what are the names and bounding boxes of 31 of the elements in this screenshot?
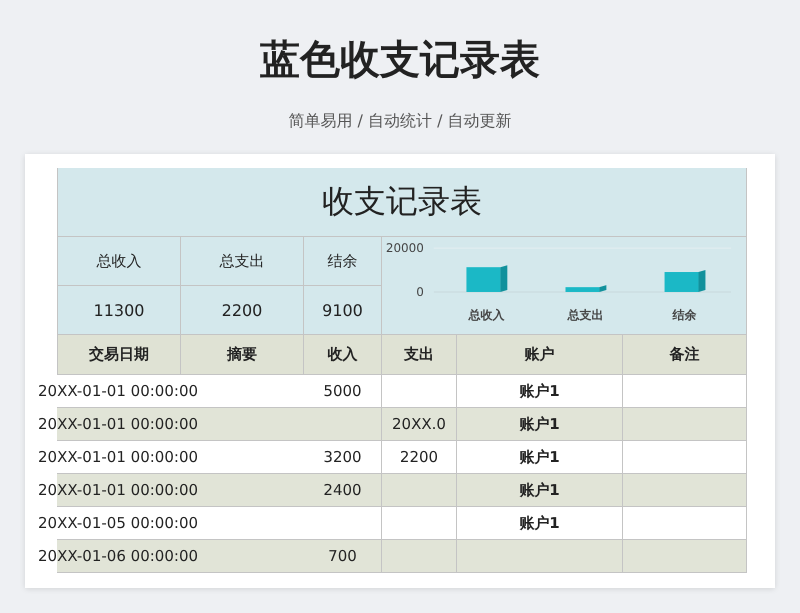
column-header: 支出 [382, 335, 457, 375]
sheet-title: 收支记录表 [57, 168, 747, 237]
date-cell: 20XX-01-05 00:00:00 [38, 514, 198, 532]
subtitle: 简单易用 / 自动统计 / 自动更新 [288, 110, 512, 132]
summary-value: 9100 [304, 286, 382, 335]
summary-label: 总收入 [57, 237, 181, 286]
date-cell: 20XX-01-01 00:00:00 [38, 481, 198, 499]
bar-side-face [599, 285, 606, 292]
column-header: 账户 [457, 335, 623, 375]
column-header: 收入 [304, 335, 382, 375]
axis-tick-label: 0 [416, 284, 424, 299]
date-cell: 20XX-01-01 00:00:00 [38, 448, 198, 466]
page-title: 蓝色收支记录表 [260, 36, 540, 85]
column-header: 摘要 [181, 335, 304, 375]
summary-label: 结余 [304, 237, 382, 286]
date-cell: 20XX-01-01 00:00:00 [38, 382, 198, 400]
column-header: 交易日期 [57, 335, 181, 375]
summary-label: 总支出 [181, 237, 304, 286]
bar [466, 267, 500, 292]
summary-value: 11300 [57, 286, 181, 335]
date-cell: 20XX-01-06 00:00:00 [38, 547, 198, 565]
bar [566, 287, 600, 292]
category-label: 结余 [672, 308, 696, 322]
axis-tick-label: 20000 [386, 241, 424, 256]
summary-value: 2200 [181, 286, 304, 335]
column-header: 备注 [623, 335, 747, 375]
category-label: 总支出 [567, 308, 604, 322]
bar [664, 272, 698, 292]
date-cell: 20XX-01-01 00:00:00 [38, 415, 198, 433]
income-cell: 700 [304, 540, 382, 573]
category-label: 总收入 [468, 308, 504, 322]
